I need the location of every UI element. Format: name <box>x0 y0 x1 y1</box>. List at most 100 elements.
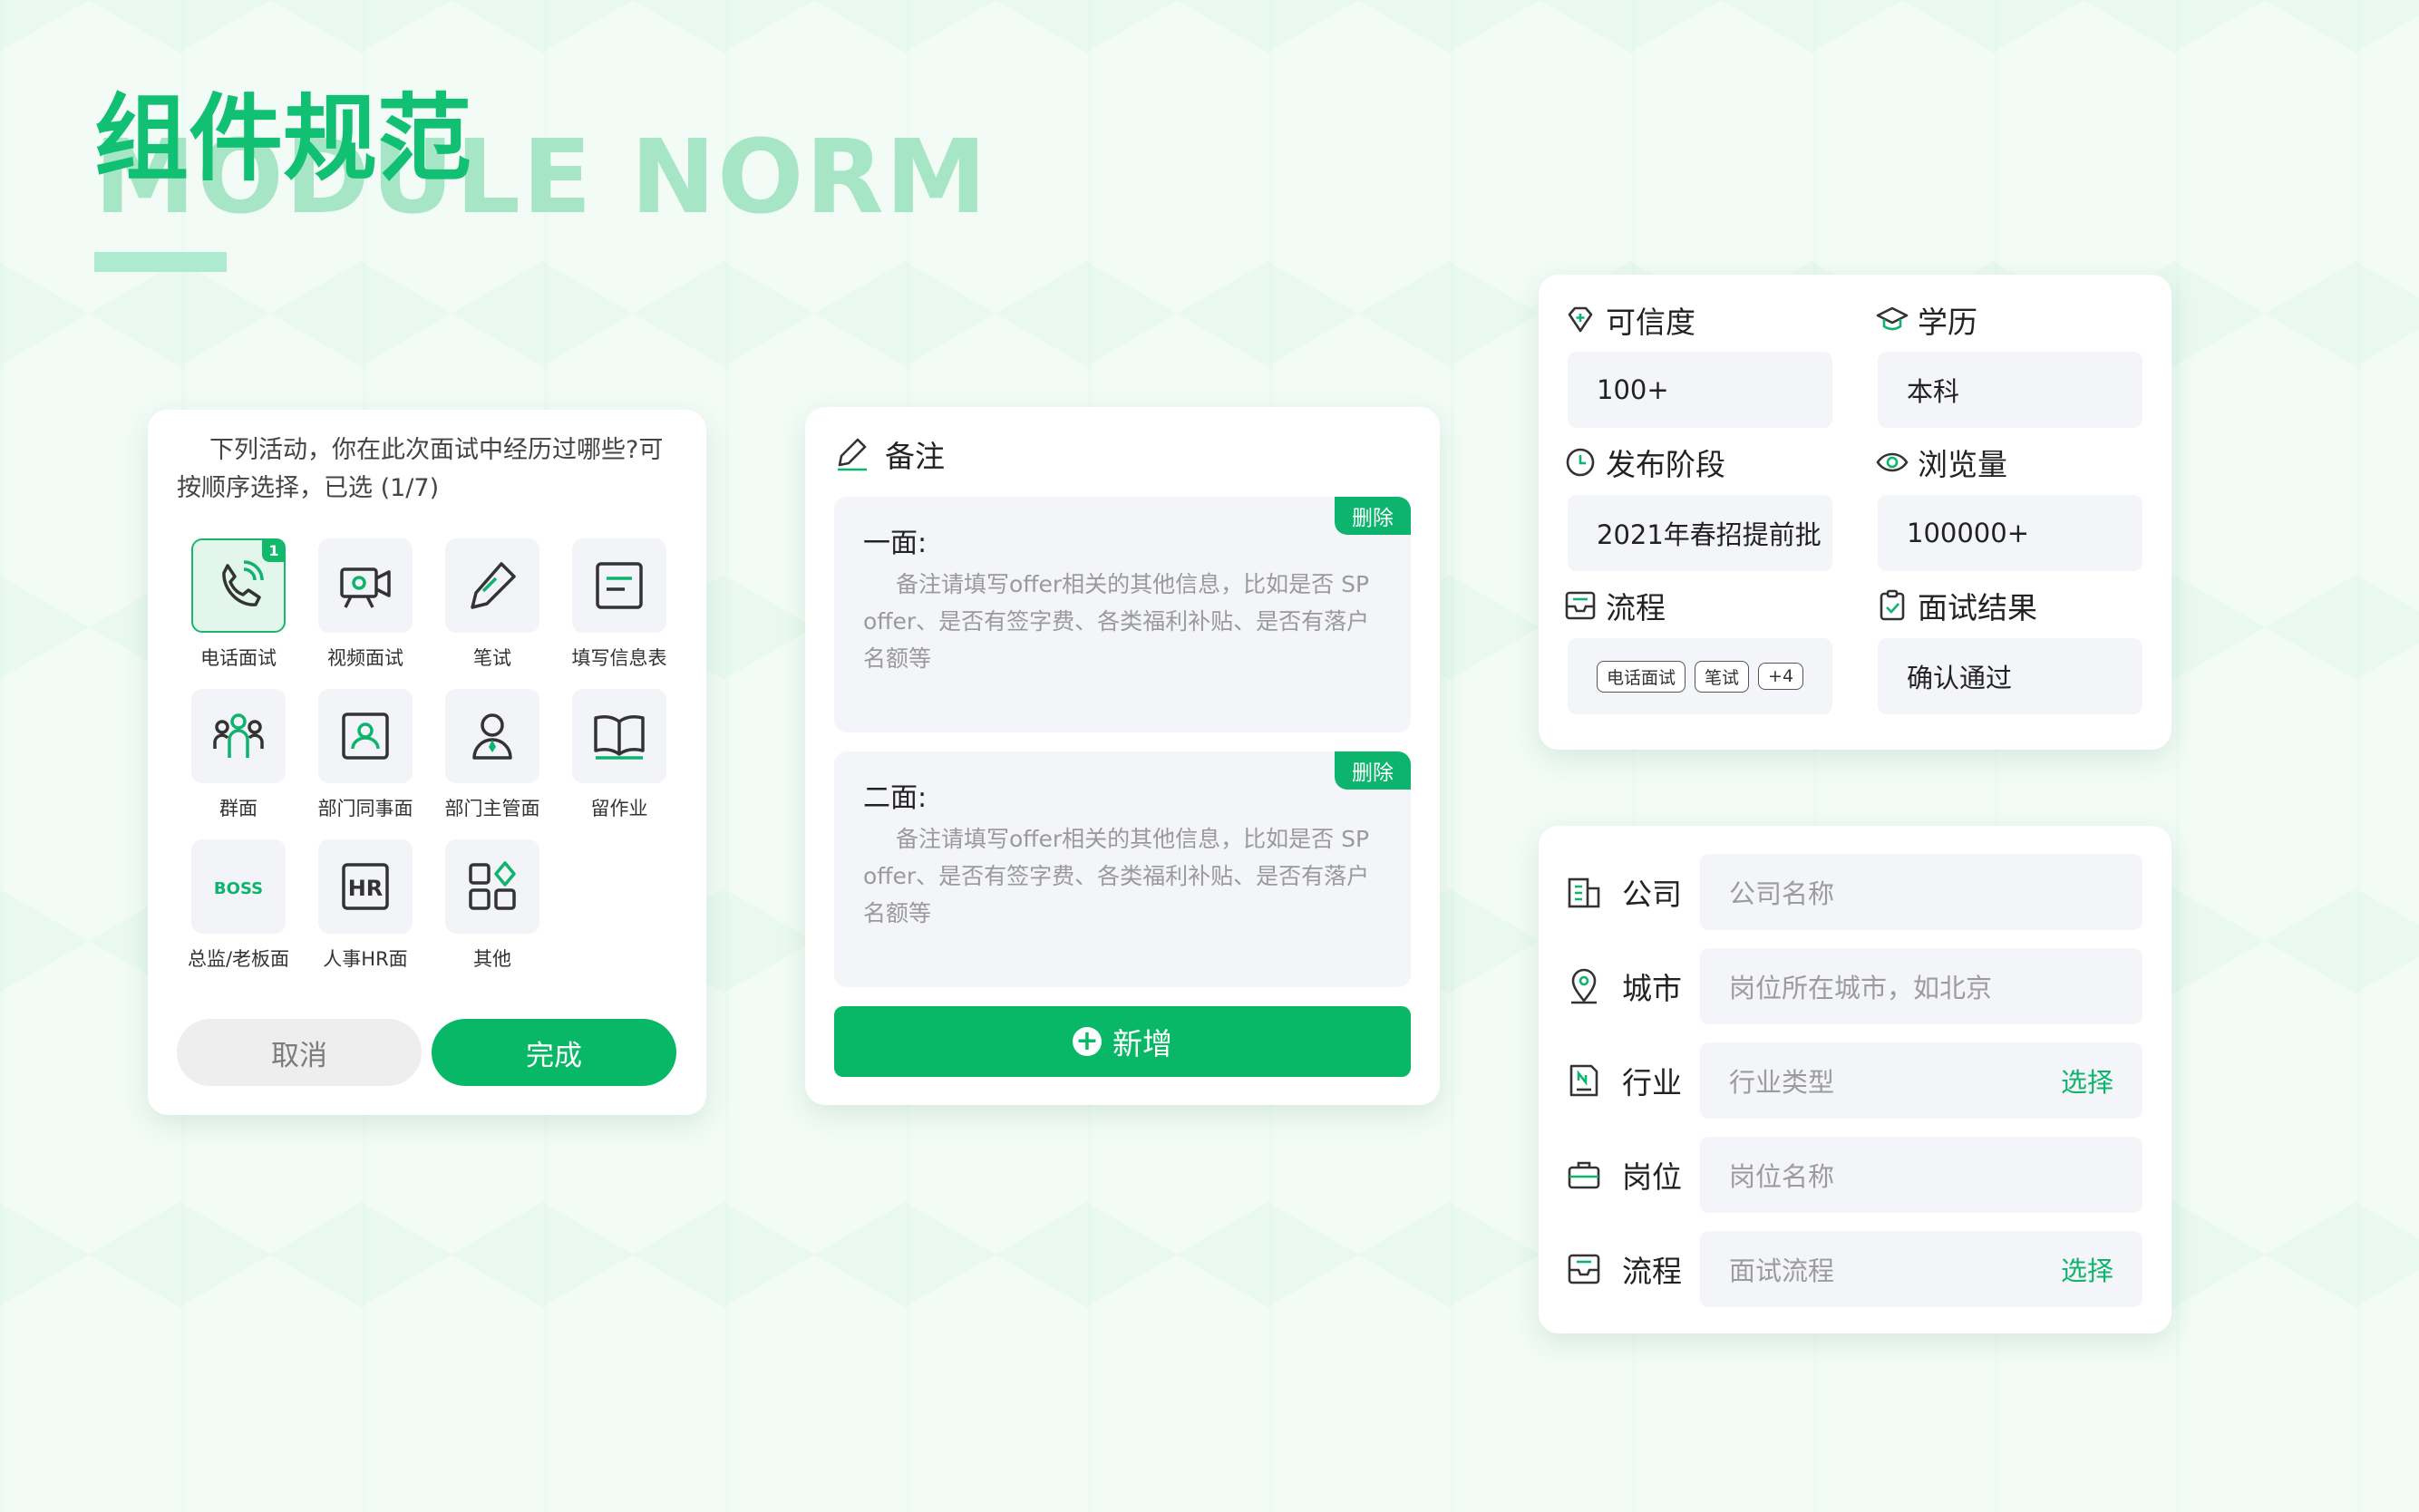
note-body[interactable]: 备注请填写offer相关的其他信息，比如是否 SP offer、是否有签字费、各… <box>863 566 1371 677</box>
option-label: 群面 <box>219 798 257 819</box>
notes-title: 备注 <box>885 439 945 474</box>
form-row-process: 流程 面试流程 选择 <box>1566 1231 2146 1307</box>
group-icon <box>213 713 264 758</box>
option-label: 总监/老板面 <box>187 948 290 970</box>
form-label: 行业 <box>1622 1065 1682 1100</box>
form-icon <box>596 562 643 609</box>
option-homework[interactable]: 留作业 <box>556 689 683 821</box>
result-value: 确认通过 <box>1878 638 2142 714</box>
form-label: 城市 <box>1622 971 1682 1006</box>
option-hr-interview[interactable]: HR 人事HR面 <box>302 839 429 972</box>
select-process-button[interactable]: 选择 <box>2061 1250 2113 1288</box>
option-colleague-interview[interactable]: 部门同事面 <box>302 689 429 821</box>
option-label: 留作业 <box>590 798 648 819</box>
process-tag: 电话面试 <box>1597 660 1686 693</box>
inbox-icon <box>1565 591 1596 620</box>
add-note-label: 新增 <box>1112 1026 1172 1061</box>
clipboard-check-icon <box>1880 589 1905 621</box>
process-tags: 电话面试 笔试 +4 <box>1568 638 1832 714</box>
notes-card: 备注 一面: 备注请填写offer相关的其他信息，比如是否 SP offer、是… <box>805 407 1440 1105</box>
views-value: 100000+ <box>1878 495 2142 571</box>
book-icon <box>594 715 645 760</box>
selection-order-badge: 1 <box>262 538 286 562</box>
education-value: 本科 <box>1878 352 2142 428</box>
views-label: 浏览量 <box>1876 441 2007 484</box>
briefcase-icon <box>1568 1161 1600 1189</box>
credibility-label: 可信度 <box>1564 298 1695 342</box>
option-fill-form[interactable]: 填写信息表 <box>556 538 683 671</box>
cancel-button[interactable]: 取消 <box>177 1019 422 1086</box>
select-industry-button[interactable]: 选择 <box>2061 1061 2113 1100</box>
grid-icon <box>469 861 516 910</box>
stage-label: 发布阶段 <box>1564 441 1725 484</box>
option-other[interactable]: 其他 <box>429 839 556 972</box>
add-note-button[interactable]: + 新增 <box>834 1006 1411 1077</box>
note-item[interactable]: 二面: 备注请填写offer相关的其他信息，比如是否 SP offer、是否有签… <box>834 751 1411 987</box>
job-form-card: 公司 公司名称 城市 岗位所在城市，如北京 行业 行业类型 选择 岗位 岗位名称… <box>1539 826 2171 1333</box>
process-tag-more[interactable]: +4 <box>1758 663 1804 690</box>
title-underline <box>94 252 227 272</box>
note-body[interactable]: 备注请填写offer相关的其他信息，比如是否 SP offer、是否有签字费、各… <box>863 820 1371 932</box>
svg-text:HR: HR <box>348 876 384 901</box>
edit-icon <box>838 438 867 471</box>
svg-text:BOSS: BOSS <box>214 879 263 898</box>
form-label: 公司 <box>1622 877 1682 912</box>
industry-placeholder: 行业类型 <box>1729 1067 1835 1098</box>
option-label: 部门同事面 <box>317 798 413 819</box>
industry-input[interactable]: 行业类型 选择 <box>1700 1042 2142 1119</box>
process-input[interactable]: 面试流程 选择 <box>1700 1231 2142 1307</box>
video-icon <box>340 567 391 608</box>
form-row-company: 公司 公司名称 <box>1566 854 2146 930</box>
option-boss-interview[interactable]: BOSS 总监/老板面 <box>175 839 302 972</box>
building-icon <box>1568 877 1600 908</box>
form-label: 流程 <box>1622 1254 1682 1289</box>
form-row-position: 岗位 岗位名称 <box>1566 1137 2146 1213</box>
manager-icon <box>472 713 512 760</box>
option-label: 笔试 <box>473 647 511 669</box>
option-manager-interview[interactable]: 部门主管面 <box>429 689 556 821</box>
delete-note-button[interactable]: 删除 <box>1335 751 1411 790</box>
option-label: 填写信息表 <box>571 647 667 669</box>
process-tag: 笔试 <box>1695 660 1750 693</box>
clock-icon <box>1566 448 1595 477</box>
company-input[interactable]: 公司名称 <box>1700 854 2142 930</box>
position-input[interactable]: 岗位名称 <box>1700 1137 2142 1213</box>
interview-info-card: 可信度 100+ 学历 本科 发布阶段 2021年春招提前批 浏览量 10000… <box>1539 275 2171 750</box>
done-button[interactable]: 完成 <box>432 1019 676 1086</box>
education-label: 学历 <box>1876 298 1977 342</box>
option-video-interview[interactable]: 视频面试 <box>302 538 429 671</box>
option-phone-interview[interactable]: 1 电话面试 <box>175 538 302 671</box>
phone-icon <box>222 560 264 606</box>
stage-value: 2021年春招提前批 <box>1568 495 1832 571</box>
option-group-interview[interactable]: 群面 <box>175 689 302 821</box>
note-title: 一面: <box>863 528 928 559</box>
boss-icon: BOSS <box>214 879 263 898</box>
hr-icon: HR <box>342 863 389 910</box>
plus-icon: + <box>1073 1027 1102 1056</box>
process-placeholder: 面试流程 <box>1729 1255 1835 1286</box>
delete-note-button[interactable]: 删除 <box>1335 497 1411 535</box>
form-row-industry: 行业 行业类型 选择 <box>1566 1042 2146 1119</box>
form-row-city: 城市 岗位所在城市，如北京 <box>1566 948 2146 1024</box>
colleague-icon <box>342 712 389 760</box>
process-icon <box>1568 1254 1600 1284</box>
note-title: 二面: <box>863 782 928 814</box>
graduation-cap-icon <box>1876 306 1909 331</box>
activity-picker-card: 下列活动，你在此次面试中经历过哪些?可按顺序选择，已选 (1/7) 1 电话面试… <box>148 410 706 1115</box>
pencil-icon <box>471 562 516 609</box>
option-label: 电话面试 <box>200 647 277 669</box>
notes-header: 备注 <box>834 432 945 476</box>
option-label: 视频面试 <box>327 647 403 669</box>
eye-icon <box>1876 452 1909 472</box>
diamond-icon <box>1568 306 1593 333</box>
city-input[interactable]: 岗位所在城市，如北京 <box>1700 948 2142 1024</box>
activity-grid: 1 电话面试 视频面试 笔试 填写信息表 群面 部门同事面 部门主管面 留作业 … <box>175 538 683 972</box>
option-label: 人事HR面 <box>323 948 408 970</box>
form-label: 岗位 <box>1622 1159 1682 1195</box>
credibility-value: 100+ <box>1568 352 1832 428</box>
note-item[interactable]: 一面: 备注请填写offer相关的其他信息，比如是否 SP offer、是否有签… <box>834 497 1411 732</box>
industry-icon <box>1569 1064 1598 1097</box>
option-written-test[interactable]: 笔试 <box>429 538 556 671</box>
process-label: 流程 <box>1564 584 1666 627</box>
result-label: 面试结果 <box>1876 584 2037 627</box>
